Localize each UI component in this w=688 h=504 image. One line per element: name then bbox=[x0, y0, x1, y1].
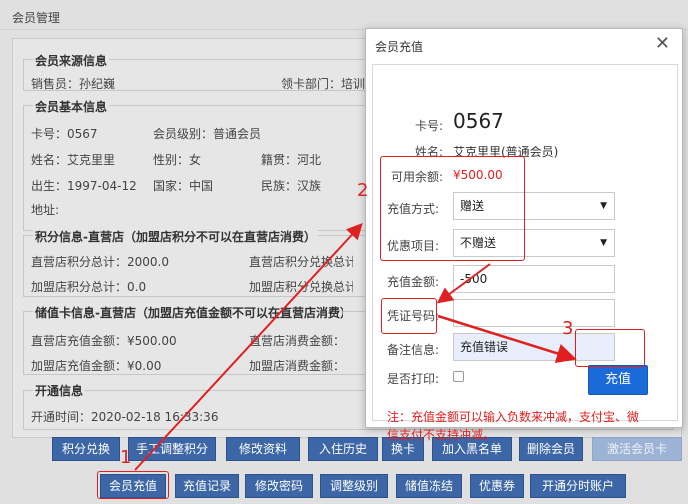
card-value: 0567 bbox=[453, 109, 504, 133]
country-text: 国家：中国 bbox=[153, 179, 214, 193]
name-text: 姓名：艾克里里 bbox=[31, 153, 116, 167]
open-info-legend: 开通信息 bbox=[33, 382, 86, 399]
action-button[interactable]: 调整级别 bbox=[320, 474, 388, 498]
close-icon[interactable]: ✕ bbox=[655, 34, 670, 54]
window-header bbox=[0, 0, 688, 30]
open-time-text: 开通时间：2020-02-18 16:33:36 bbox=[31, 410, 219, 424]
voucher-input[interactable] bbox=[453, 299, 615, 327]
action-button[interactable]: 开通分时账户 bbox=[530, 474, 626, 498]
amount-label: 充值金额: bbox=[387, 275, 440, 289]
salesperson-text: 销售员：孙纪巍 bbox=[31, 77, 116, 91]
stored-value-legend: 储值卡信息-直营店（加盟店充值金额不可以在直营店消费） bbox=[33, 304, 343, 321]
ethnic-text: 民族：汉族 bbox=[261, 179, 322, 193]
annotation-box-1 bbox=[97, 471, 169, 499]
franchise-points-redeem-text: 加盟店积分兑换总计 bbox=[249, 280, 353, 294]
annotation-number-1: 1 bbox=[120, 447, 132, 468]
action-button[interactable]: 修改密码 bbox=[245, 474, 313, 498]
direct-recharge-text: 直营店充值金额：¥500.00 bbox=[31, 334, 177, 348]
caret-down-icon: ▼ bbox=[600, 238, 607, 248]
birth-text: 出生：1997-04-12 bbox=[31, 179, 137, 193]
gender-text: 性别：女 bbox=[153, 153, 202, 167]
caret-down-icon: ▼ bbox=[600, 201, 607, 211]
window-title: 会员管理 bbox=[12, 11, 61, 25]
action-button[interactable]: 充值记录 bbox=[175, 474, 239, 498]
annotation-box-remark bbox=[381, 298, 437, 334]
dialog-title: 会员充值 bbox=[375, 40, 424, 54]
action-button[interactable]: 储值冻结 bbox=[396, 474, 462, 498]
annotation-box-3 bbox=[575, 329, 645, 367]
action-button[interactable]: 修改资料 bbox=[226, 437, 300, 461]
action-button[interactable]: 优惠券 bbox=[470, 474, 524, 498]
basic-info-legend: 会员基本信息 bbox=[33, 98, 110, 115]
remark-label: 备注信息: bbox=[387, 343, 440, 357]
note-line-2: 信支付不支持冲减。 bbox=[387, 428, 496, 442]
annotation-number-3: 3 bbox=[562, 318, 574, 339]
direct-points-text: 直营店积分总计：2000.0 bbox=[31, 255, 169, 269]
annotation-number-2: 2 bbox=[357, 180, 369, 201]
charge-button[interactable]: 充值 bbox=[588, 365, 648, 395]
card-no-text: 卡号：0567 bbox=[31, 127, 98, 141]
card-label: 卡号: bbox=[415, 119, 444, 133]
amount-input[interactable]: -500 bbox=[453, 265, 615, 293]
print-label: 是否打印: bbox=[387, 372, 440, 386]
points-info-legend: 积分信息-直营店（加盟店积分不可以在直营店消费） bbox=[33, 228, 318, 245]
card-dept-text: 领卡部门：培训 bbox=[281, 77, 366, 91]
level-text: 会员级别：普通会员 bbox=[153, 127, 262, 141]
direct-consume-text: 直营店消费金额： bbox=[249, 334, 346, 348]
native-text: 籍贯：河北 bbox=[261, 153, 322, 167]
note-line-1: 注：充值金额可以输入负数来冲减，支付宝、微 bbox=[387, 410, 640, 424]
franchise-recharge-text: 加盟店充值金额：¥0.00 bbox=[31, 359, 162, 373]
franchise-consume-text: 加盟店消费金额： bbox=[249, 359, 346, 373]
action-button[interactable]: 手工调整积分 bbox=[128, 437, 216, 461]
action-button[interactable]: 入住历史 bbox=[308, 437, 378, 461]
print-checkbox[interactable] bbox=[453, 371, 464, 382]
annotation-box-2 bbox=[380, 156, 525, 261]
franchise-points-text: 加盟店积分总计：0.0 bbox=[31, 280, 147, 294]
direct-points-redeem-text: 直营店积分兑换总计 bbox=[249, 255, 353, 269]
address-text: 地址: bbox=[31, 203, 60, 217]
action-button[interactable]: 积分兑换 bbox=[52, 437, 120, 461]
source-info-legend: 会员来源信息 bbox=[33, 52, 110, 69]
